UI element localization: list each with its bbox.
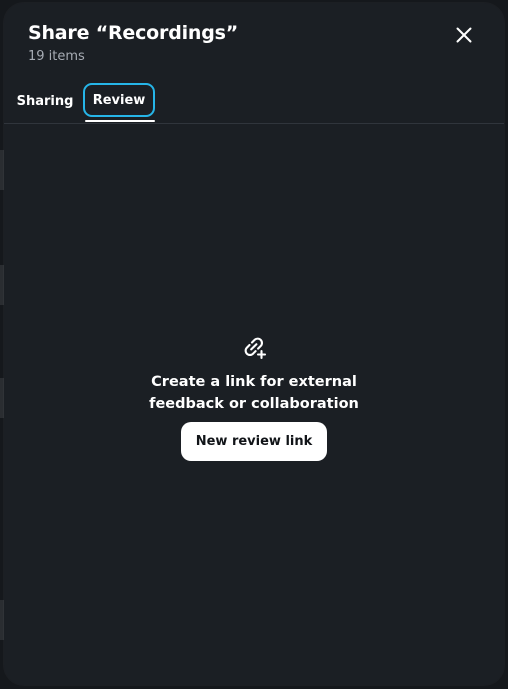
- close-icon: [456, 27, 472, 43]
- link-add-icon: [244, 337, 267, 360]
- tab-sharing[interactable]: Sharing: [14, 83, 76, 119]
- dialog-subtitle: 19 items: [28, 49, 85, 64]
- tab-bar: Sharing Review: [4, 83, 504, 124]
- tab-review[interactable]: Review: [83, 83, 155, 117]
- new-review-link-button[interactable]: New review link: [180, 422, 328, 461]
- share-dialog: Share “Recordings” 19 items Sharing Revi…: [4, 3, 504, 685]
- empty-state-message: Create a link for external feedback or c…: [149, 374, 359, 412]
- empty-state: Create a link for external feedback or c…: [4, 333, 504, 461]
- close-button[interactable]: [450, 21, 478, 49]
- dialog-title: Share “Recordings”: [28, 22, 239, 44]
- active-tab-indicator: [85, 120, 155, 122]
